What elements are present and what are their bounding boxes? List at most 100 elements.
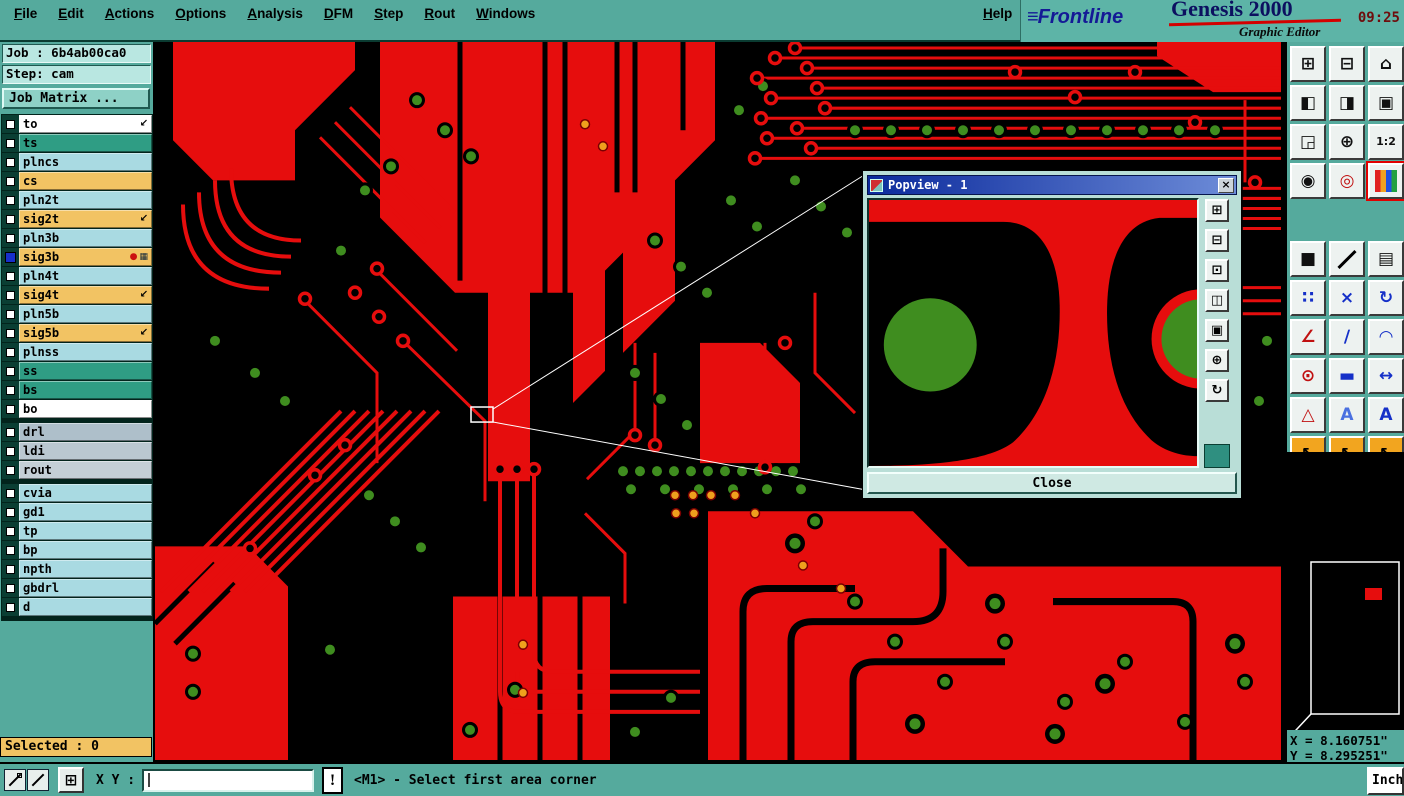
job-field[interactable]: Job : 6b4ab00ca0: [2, 44, 151, 63]
redraw-button[interactable]: ◉: [1290, 163, 1326, 199]
layer-row-npth[interactable]: npth: [2, 560, 152, 578]
layer-checkbox[interactable]: [2, 324, 19, 342]
layer-row-drl[interactable]: drl: [2, 423, 152, 441]
layer-row-ts[interactable]: ts: [2, 134, 152, 152]
menu-edit[interactable]: Edit: [58, 6, 84, 21]
menu-actions[interactable]: Actions: [105, 6, 155, 21]
layer-checkbox[interactable]: [2, 210, 19, 228]
layer-checkbox[interactable]: [2, 229, 19, 247]
layer-row-sig5b[interactable]: sig5b ↙: [2, 324, 152, 342]
menu-file[interactable]: File: [14, 6, 37, 21]
highlight-point-button[interactable]: ◎: [1329, 163, 1365, 199]
pv-zoom-out-button[interactable]: ⊟: [1205, 229, 1229, 252]
popview-close-button[interactable]: Close: [867, 472, 1237, 494]
layer-checkbox[interactable]: [2, 503, 19, 521]
text-outline-button[interactable]: A: [1329, 397, 1365, 433]
width-bar-button[interactable]: ▬: [1329, 358, 1365, 394]
layer-checkbox[interactable]: [2, 400, 19, 418]
popview-scroll-thumb[interactable]: [1204, 444, 1230, 468]
net-points-button[interactable]: ∷: [1290, 280, 1326, 316]
arc-tool-button[interactable]: ◠: [1368, 319, 1404, 355]
layer-checkbox[interactable]: [2, 381, 19, 399]
layer-row-gbdrl[interactable]: gbdrl: [2, 579, 152, 597]
layer-checkbox[interactable]: [2, 541, 19, 559]
pv-pan-button[interactable]: ⊡: [1205, 259, 1229, 282]
pv-next-view-button[interactable]: ▣: [1205, 319, 1229, 342]
popview-titlebar[interactable]: Popview - 1 ×: [867, 175, 1237, 195]
layer-checkbox[interactable]: [2, 153, 19, 171]
layer-row-ldi[interactable]: ldi: [2, 442, 152, 460]
pv-copy-button[interactable]: ⊞: [1205, 199, 1229, 222]
layer-row-pln3b[interactable]: pln3b: [2, 229, 152, 247]
layer-row-plncs[interactable]: plncs: [2, 153, 152, 171]
layer-row-cs[interactable]: cs: [2, 172, 152, 190]
layer-row-bs[interactable]: bs: [2, 381, 152, 399]
menu-analysis[interactable]: Analysis: [247, 6, 303, 21]
layer-checkbox[interactable]: [2, 442, 19, 460]
layer-checkbox[interactable]: [2, 423, 19, 441]
zoom-center-button[interactable]: ⊕: [1329, 124, 1365, 160]
layer-row-rout[interactable]: rout: [2, 461, 152, 479]
delete-x-button[interactable]: ×: [1329, 280, 1365, 316]
dfm-triangle-button[interactable]: △: [1290, 397, 1326, 433]
layer-checkbox[interactable]: [2, 484, 19, 502]
menu-dfm[interactable]: DFM: [324, 6, 353, 21]
job-matrix-button[interactable]: Job Matrix ...: [2, 88, 150, 109]
text-filled-button[interactable]: A: [1368, 397, 1404, 433]
layer-row-pln4t[interactable]: pln4t: [2, 267, 152, 285]
layer-row-pln2t[interactable]: pln2t: [2, 191, 152, 209]
layer-checkbox[interactable]: [2, 598, 19, 616]
slope-line-button[interactable]: ∕: [1329, 319, 1365, 355]
layer-checkbox[interactable]: [2, 267, 19, 285]
angle-snap-icon[interactable]: [27, 769, 49, 791]
pan-right-button[interactable]: ◨: [1329, 85, 1365, 121]
angle-measure-button[interactable]: ∠: [1290, 319, 1326, 355]
popview-window[interactable]: Popview - 1 × ⊞ ⊟ ⊡ ◫ ▣ ⊕ ↻ Close: [862, 170, 1242, 499]
layer-checkbox[interactable]: [2, 115, 19, 133]
layer-row-d[interactable]: d: [2, 598, 152, 616]
layer-checkbox[interactable]: [2, 343, 19, 361]
target-point-button[interactable]: ⊙: [1290, 358, 1326, 394]
layer-checkbox[interactable]: [2, 172, 19, 190]
xy-input[interactable]: [142, 769, 314, 792]
layer-work-indicator[interactable]: [2, 248, 19, 266]
layer-row-to[interactable]: to ↙: [2, 115, 152, 133]
copy-window-button[interactable]: ⊞: [1290, 46, 1326, 82]
line-snap-icon[interactable]: [4, 769, 26, 791]
popview-viewport[interactable]: [867, 198, 1199, 468]
layer-checkbox[interactable]: [2, 362, 19, 380]
layer-checkbox[interactable]: [2, 560, 19, 578]
layer-checkbox[interactable]: [2, 461, 19, 479]
layer-row-pln5b[interactable]: pln5b: [2, 305, 152, 323]
menu-windows[interactable]: Windows: [476, 6, 535, 21]
restore-view-button[interactable]: ▣: [1368, 85, 1404, 121]
grid-window-button[interactable]: ⊞: [58, 767, 84, 793]
layer-row-bp[interactable]: bp: [2, 541, 152, 559]
pv-prev-view-button[interactable]: ◫: [1205, 289, 1229, 312]
layer-row-plnss[interactable]: plnss: [2, 343, 152, 361]
zoom-window-button[interactable]: ◲: [1290, 124, 1326, 160]
layer-row-sig3b[interactable]: sig3b ● ▦: [2, 248, 152, 266]
layer-checkbox[interactable]: [2, 191, 19, 209]
pan-left-button[interactable]: ◧: [1290, 85, 1326, 121]
solid-fill-button[interactable]: ■: [1290, 241, 1326, 277]
alert-button[interactable]: !: [322, 767, 343, 794]
distance-measure-button[interactable]: ↔: [1368, 358, 1404, 394]
overview-navigator[interactable]: [1287, 452, 1404, 730]
layer-row-cvia[interactable]: cvia: [2, 484, 152, 502]
rotate-button[interactable]: ↻: [1368, 280, 1404, 316]
layer-checkbox[interactable]: [2, 522, 19, 540]
menu-help[interactable]: Help: [983, 6, 1012, 21]
home-view-button[interactable]: ⌂: [1368, 46, 1404, 82]
units-button[interactable]: Inch: [1367, 767, 1404, 795]
layer-row-gd1[interactable]: gd1: [2, 503, 152, 521]
menu-options[interactable]: Options: [175, 6, 226, 21]
menu-rout[interactable]: Rout: [424, 6, 455, 21]
paste-window-button[interactable]: ⊟: [1329, 46, 1365, 82]
layer-colors-button[interactable]: [1366, 161, 1404, 201]
zoom-1-2-button[interactable]: 1:2: [1368, 124, 1404, 160]
layer-checkbox[interactable]: [2, 579, 19, 597]
layer-row-bo[interactable]: bo: [2, 400, 152, 418]
popview-close-x-button[interactable]: ×: [1218, 177, 1234, 193]
layer-row-sig2t[interactable]: sig2t ↙: [2, 210, 152, 228]
